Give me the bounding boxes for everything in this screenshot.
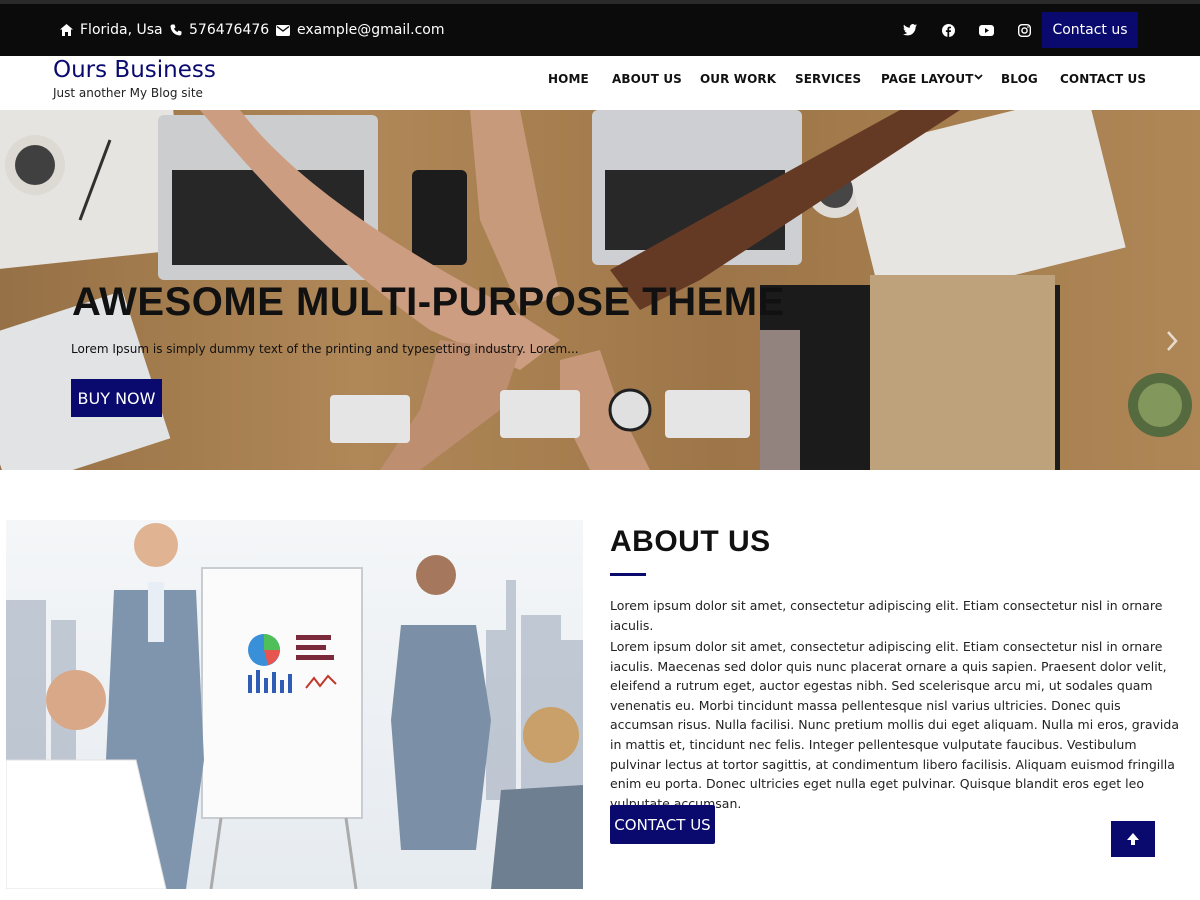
youtube-icon: [978, 24, 994, 36]
nav-about-us[interactable]: ABOUT US: [612, 72, 682, 86]
email-text: example@gmail.com: [297, 22, 445, 38]
home-icon: [60, 24, 73, 36]
about-image: [6, 520, 583, 889]
chevron-right-icon[interactable]: [1165, 330, 1179, 352]
nav-blog[interactable]: BLOG: [1001, 72, 1038, 86]
facebook-link[interactable]: [938, 4, 958, 56]
twitter-link[interactable]: [900, 4, 920, 56]
scroll-to-top-button[interactable]: [1111, 821, 1155, 857]
email-info: example@gmail.com: [276, 4, 445, 56]
twitter-icon: [903, 24, 917, 36]
site-tagline: Just another My Blog site: [53, 86, 203, 100]
site-header: Ours Business Just another My Blog site …: [0, 56, 1200, 110]
hero-title: AWESOME MULTI-PURPOSE THEME: [72, 280, 785, 324]
instagram-icon: [1017, 23, 1031, 37]
site-title[interactable]: Ours Business: [53, 56, 216, 84]
facebook-icon: [941, 23, 955, 37]
arrow-up-icon: [1127, 833, 1139, 845]
about-title: ABOUT US: [610, 525, 771, 558]
location-info: Florida, Usa: [60, 4, 163, 56]
top-bar: Florida, Usa 576476476 example@gmail.com…: [0, 0, 1200, 56]
about-body-text: Lorem ipsum dolor sit amet, consectetur …: [610, 639, 1179, 811]
about-intro-text: Lorem ipsum dolor sit amet, consectetur …: [610, 598, 1163, 633]
nav-our-work[interactable]: OUR WORK: [700, 72, 776, 86]
envelope-icon: [276, 24, 290, 36]
hero-subtitle: Lorem Ipsum is simply dummy text of the …: [71, 342, 579, 356]
phone-icon: [170, 24, 182, 36]
title-underline: [610, 573, 646, 576]
phone-info: 576476476: [170, 4, 269, 56]
nav-services[interactable]: SERVICES: [795, 72, 861, 86]
business-meeting-illustration: [6, 523, 583, 889]
about-contact-button[interactable]: CONTACT US: [610, 805, 715, 844]
youtube-link[interactable]: [976, 4, 996, 56]
location-text: Florida, Usa: [80, 22, 163, 38]
instagram-link[interactable]: [1014, 4, 1034, 56]
nav-page-layout[interactable]: PAGE LAYOUT: [881, 72, 973, 86]
nav-contact-us[interactable]: CONTACT US: [1060, 72, 1146, 86]
hero-slider: AWESOME MULTI-PURPOSE THEME Lorem Ipsum …: [0, 110, 1200, 470]
top-contact-button[interactable]: Contact us: [1042, 12, 1138, 48]
buy-now-button[interactable]: BUY NOW: [71, 379, 162, 417]
nav-home[interactable]: HOME: [548, 72, 589, 86]
phone-text: 576476476: [189, 22, 270, 38]
chevron-down-icon[interactable]: [974, 72, 983, 81]
